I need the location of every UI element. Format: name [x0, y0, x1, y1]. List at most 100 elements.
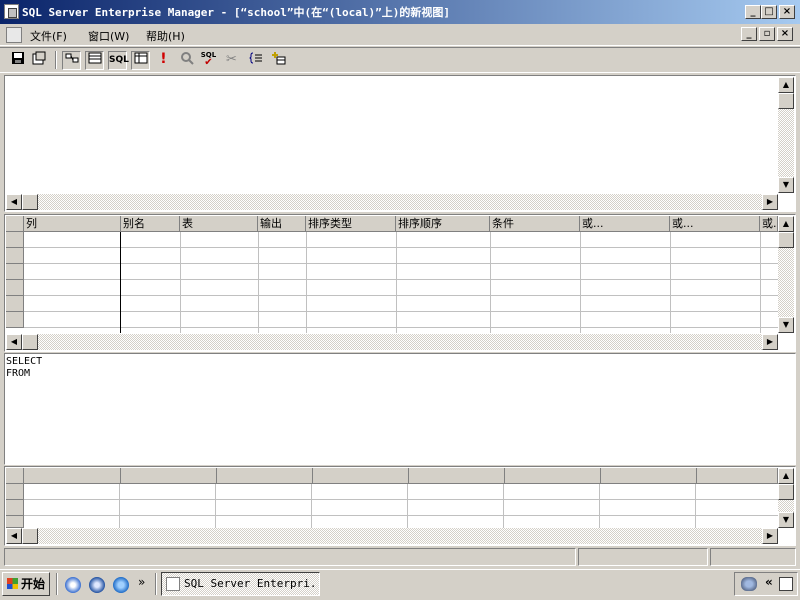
scroll-left-button[interactable]: ◀ — [6, 194, 22, 210]
row-selector[interactable] — [6, 312, 24, 328]
scroll-up-button[interactable]: ▲ — [778, 216, 794, 232]
row-selector[interactable] — [6, 232, 24, 248]
group-by-icon[interactable] — [246, 51, 265, 70]
scroll-thumb[interactable] — [778, 93, 794, 109]
scroll-thumb[interactable] — [22, 528, 38, 544]
menu-help[interactable]: 帮助(H) — [146, 28, 185, 44]
scroll-up-button[interactable]: ▲ — [778, 77, 794, 93]
taskbar-app-button[interactable]: SQL Server Enterpri... — [161, 572, 320, 596]
properties-icon[interactable] — [29, 51, 48, 70]
column-header[interactable]: 或... — [670, 216, 760, 232]
scroll-down-button[interactable]: ▼ — [778, 177, 794, 193]
result-column-header[interactable] — [121, 468, 217, 484]
grid-pane-icon[interactable] — [85, 51, 104, 70]
outlook-express-icon[interactable] — [89, 577, 105, 593]
add-table-icon[interactable] — [269, 51, 288, 70]
sql-editor[interactable]: SELECT FROM — [6, 356, 42, 380]
row-selector[interactable] — [6, 280, 24, 296]
results-pane-icon[interactable] — [131, 51, 150, 70]
column-header[interactable]: 或... — [580, 216, 670, 232]
diagram-hscroll[interactable] — [6, 194, 778, 210]
maximize-button[interactable]: □ — [761, 5, 777, 19]
quick-launch-chevron[interactable]: » — [138, 575, 145, 589]
grid-column-divider — [180, 232, 181, 333]
row-selector[interactable] — [6, 484, 24, 500]
taskbar-separator — [56, 573, 58, 595]
menu-file[interactable]: 文件(F) — [30, 28, 67, 44]
scroll-thumb[interactable] — [778, 232, 794, 248]
scroll-right-button[interactable]: ▶ — [762, 334, 778, 350]
network-icon[interactable] — [741, 577, 757, 591]
windows-logo-icon — [7, 578, 18, 589]
mdi-restore-button[interactable]: ▫ — [759, 27, 775, 41]
column-header[interactable]: 条件 — [490, 216, 580, 232]
scroll-up-button[interactable]: ▲ — [778, 468, 794, 484]
column-header[interactable]: 排序类型 — [306, 216, 396, 232]
start-label: 开始 — [21, 577, 46, 591]
column-header[interactable]: 或... — [760, 216, 778, 232]
scroll-right-button[interactable]: ▶ — [762, 194, 778, 210]
results-grid-body[interactable] — [24, 484, 778, 528]
start-button[interactable]: 开始 — [2, 572, 50, 596]
results-hscroll[interactable] — [6, 528, 778, 544]
column-header[interactable]: 表 — [180, 216, 258, 232]
cancel-query-icon[interactable] — [177, 51, 196, 70]
status-panel — [578, 548, 708, 566]
criteria-hscroll[interactable] — [6, 334, 778, 350]
save-icon[interactable] — [8, 51, 27, 70]
row-selector[interactable] — [6, 248, 24, 264]
result-column-header[interactable] — [217, 468, 313, 484]
toolbar-separator — [55, 51, 57, 69]
row-selector[interactable] — [6, 264, 24, 280]
diagram-pane[interactable] — [4, 75, 796, 212]
scroll-left-button[interactable]: ◀ — [6, 528, 22, 544]
title-bar[interactable]: SQL Server Enterprise Manager - [“school… — [0, 0, 800, 24]
grid-column-divider — [760, 232, 761, 333]
menu-bar: 文件(F) 窗口(W) 帮助(H) — [0, 24, 800, 46]
row-selector[interactable] — [6, 516, 24, 528]
column-header[interactable]: 排序顺序 — [396, 216, 490, 232]
result-column-header[interactable] — [601, 468, 697, 484]
scroll-down-button[interactable]: ▼ — [778, 317, 794, 333]
remove-filter-icon[interactable]: ✂ — [222, 51, 241, 70]
safely-remove-hardware-icon[interactable] — [779, 577, 793, 591]
mdi-close-button[interactable]: × — [777, 27, 793, 41]
column-header[interactable]: 别名 — [121, 216, 180, 232]
close-button[interactable]: × — [779, 5, 795, 19]
grid-column-divider — [120, 232, 121, 333]
sql-pane-button[interactable]: SQL — [108, 51, 129, 70]
result-column-header[interactable] — [313, 468, 409, 484]
scroll-left-button[interactable]: ◀ — [6, 334, 22, 350]
system-tray: « — [734, 572, 798, 596]
scroll-right-button[interactable]: ▶ — [762, 528, 778, 544]
grid-column-divider — [396, 232, 397, 333]
scroll-thumb[interactable] — [778, 484, 794, 500]
grid-column-divider — [258, 232, 259, 333]
sql-line: FROM — [6, 368, 31, 379]
result-column-header[interactable] — [505, 468, 601, 484]
menu-window[interactable]: 窗口(W) — [88, 28, 129, 44]
column-header[interactable]: 列 — [24, 216, 121, 232]
criteria-grid-body[interactable] — [24, 232, 778, 333]
mdi-child-icon[interactable] — [6, 27, 22, 43]
minimize-button[interactable]: _ — [745, 5, 761, 19]
scroll-thumb[interactable] — [22, 334, 38, 350]
run-button[interactable]: ! — [154, 51, 173, 70]
verify-sql-button[interactable]: SQL ✔ — [199, 51, 218, 70]
result-column-header[interactable] — [24, 468, 121, 484]
grid-column-divider — [490, 232, 491, 333]
row-selector[interactable] — [6, 500, 24, 516]
internet-explorer-icon[interactable] — [113, 577, 129, 593]
app-icon[interactable] — [4, 4, 19, 19]
tray-chevron[interactable]: « — [765, 575, 773, 589]
row-selector[interactable] — [6, 296, 24, 312]
scroll-down-button[interactable]: ▼ — [778, 512, 794, 528]
mdi-minimize-button[interactable]: _ — [741, 27, 757, 41]
column-header[interactable]: 输出 — [258, 216, 306, 232]
show-desktop-icon[interactable] — [65, 577, 81, 593]
result-column-header[interactable] — [409, 468, 505, 484]
diagram-pane-icon[interactable] — [62, 51, 81, 70]
scroll-thumb[interactable] — [22, 194, 38, 210]
result-column-header[interactable] — [697, 468, 778, 484]
sql-pane[interactable] — [4, 353, 796, 465]
